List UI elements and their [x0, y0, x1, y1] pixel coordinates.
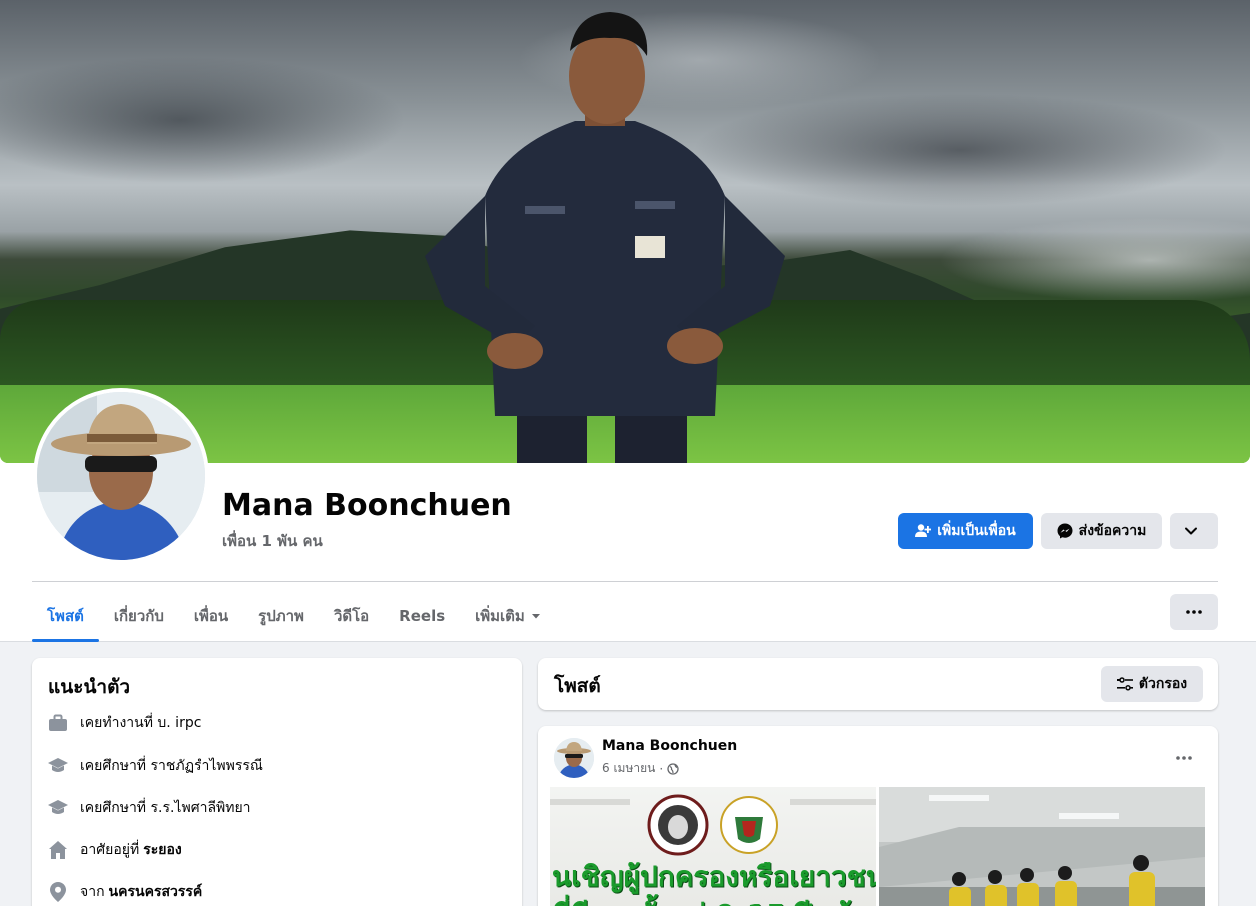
tab-photos-label: รูปภาพ	[258, 607, 304, 625]
tab-videos[interactable]: วิดีโอ	[319, 592, 384, 640]
tab-posts-label: โพสต์	[47, 607, 84, 625]
tab-about[interactable]: เกี่ยวกับ	[99, 592, 179, 640]
filter-button[interactable]: ตัวกรอง	[1101, 666, 1203, 702]
intro-item-work: เคยทำงานที่ บ. irpc	[46, 708, 201, 738]
messenger-icon	[1057, 523, 1073, 539]
avatar-photo	[37, 392, 205, 560]
intro-item-from-text: จาก	[80, 884, 105, 900]
profile-options-button[interactable]	[1170, 513, 1218, 549]
message-button[interactable]: ส่งข้อความ	[1041, 513, 1162, 549]
tab-photos[interactable]: รูปภาพ	[243, 592, 319, 640]
tab-friends[interactable]: เพื่อน	[179, 592, 243, 640]
post-image-text-line2: ที่มีอายุตั้งแต่ 9-15 ปี เข้าร่วมอบร	[552, 893, 876, 906]
intro-card: แนะนำตัว เคยทำงานที่ บ. irpc เคยศึกษาที่…	[32, 658, 522, 906]
add-friend-icon	[915, 524, 932, 537]
tab-friends-label: เพื่อน	[193, 607, 229, 625]
post-more-button[interactable]	[1166, 740, 1202, 776]
intro-title: แนะนำตัว	[48, 676, 131, 698]
graduation-cap-icon	[48, 758, 68, 772]
post-image-2[interactable]	[879, 787, 1205, 906]
briefcase-icon	[49, 714, 67, 731]
graduation-cap-icon	[48, 800, 68, 814]
post-card: Mana Boonchuen 6 เมษายน · นเชิญผู้ปกครอง…	[538, 726, 1218, 906]
post-author-avatar[interactable]	[554, 738, 594, 778]
tabs-more-button[interactable]	[1170, 594, 1218, 630]
intro-item-lives-in: อาศัยอยู่ที่ ระยอง	[46, 835, 182, 865]
profile-name: Mana Boonchuen	[222, 488, 512, 523]
tab-about-label: เกี่ยวกับ	[113, 607, 164, 625]
tab-more[interactable]: เพิ่มเติม	[460, 592, 556, 640]
intro-item-education-1-text: เคยศึกษาที่ ราชภัฏรำไพพรรณี	[80, 758, 263, 774]
intro-item-education-2-text: เคยศึกษาที่ ร.ร.ไพศาลีพิทยา	[80, 800, 251, 816]
add-friend-label: เพิ่มเป็นเพื่อน	[937, 523, 1016, 539]
post-meta: 6 เมษายน ·	[602, 759, 679, 778]
tab-videos-label: วิดีโอ	[333, 607, 370, 625]
caret-down-icon	[531, 614, 540, 619]
posts-header-card: โพสต์ ตัวกรอง	[538, 658, 1218, 710]
intro-item-lives-in-text: อาศัยอยู่ที่	[80, 842, 140, 858]
intro-item-work-text: เคยทำงานที่ บ. irpc	[80, 715, 202, 731]
profile-avatar[interactable]	[33, 388, 209, 564]
intro-item-from: จาก นครนครสวรรค์	[46, 877, 202, 906]
intro-item-education-1: เคยศึกษาที่ ราชภัฏรำไพพรรณี	[46, 751, 263, 781]
tab-posts[interactable]: โพสต์	[32, 592, 99, 642]
post-image-2-graphic	[879, 787, 1205, 906]
post-meta-separator: ·	[659, 761, 664, 776]
chevron-down-icon	[1185, 527, 1197, 535]
tab-reels[interactable]: Reels	[384, 592, 460, 640]
intro-item-education-2: เคยศึกษาที่ ร.ร.ไพศาลีพิทยา	[46, 793, 251, 823]
cover-person	[425, 12, 785, 463]
intro-item-lives-in-place[interactable]: ระยอง	[143, 839, 182, 861]
filter-icon	[1116, 677, 1133, 691]
globe-icon	[667, 762, 679, 775]
header-divider	[32, 581, 1218, 582]
profile-tabs: โพสต์ เกี่ยวกับ เพื่อน รูปภาพ วิดีโอ Ree…	[32, 592, 556, 642]
filter-label: ตัวกรอง	[1138, 676, 1188, 692]
post-date[interactable]: 6 เมษายน	[602, 759, 655, 778]
more-horizontal-icon	[1186, 610, 1202, 614]
tab-reels-label: Reels	[399, 607, 446, 625]
message-label: ส่งข้อความ	[1078, 523, 1147, 539]
post-author-name[interactable]: Mana Boonchuen	[602, 738, 737, 754]
home-icon	[49, 841, 67, 859]
profile-header: Mana Boonchuen เพื่อน 1 พัน คน เพิ่มเป็น…	[0, 0, 1256, 642]
location-pin-icon	[50, 882, 66, 902]
add-friend-button[interactable]: เพิ่มเป็นเพื่อน	[898, 513, 1033, 549]
intro-item-from-place[interactable]: นครนครสวรรค์	[109, 881, 203, 903]
post-avatar-photo	[554, 738, 594, 778]
friends-count[interactable]: เพื่อน 1 พัน คน	[222, 529, 323, 553]
post-image-1[interactable]: นเชิญผู้ปกครองหรือเยาวชนที่ส ที่มีอายุตั…	[550, 787, 876, 906]
tab-more-label: เพิ่มเติม	[475, 607, 525, 625]
profile-page: Mana Boonchuen เพื่อน 1 พัน คน เพิ่มเป็น…	[0, 0, 1256, 906]
more-horizontal-icon	[1176, 756, 1192, 760]
posts-title: โพสต์	[554, 675, 601, 697]
cover-photo[interactable]	[0, 0, 1250, 463]
